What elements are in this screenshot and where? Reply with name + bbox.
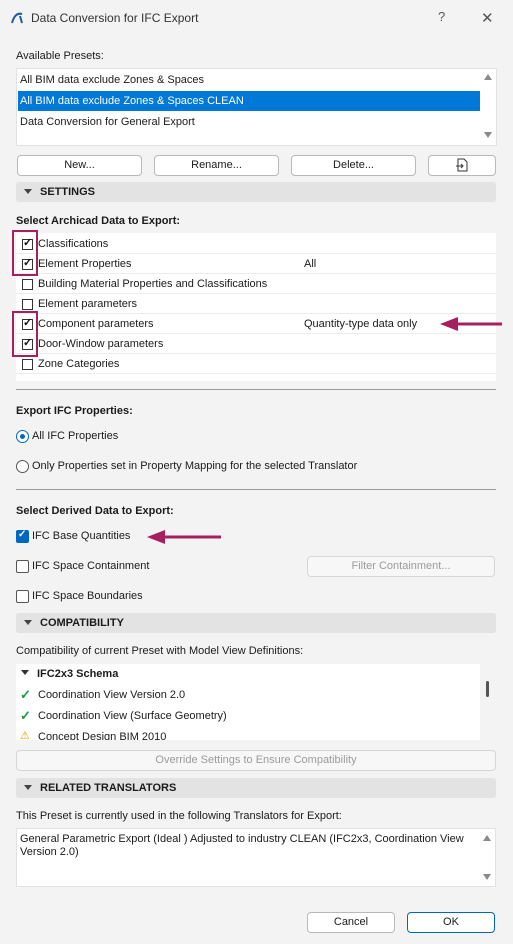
scroll-up-arrow-icon[interactable] (484, 74, 492, 80)
all-ifc-properties-radio[interactable] (16, 430, 29, 443)
derived-item-label: IFC Space Containment (32, 560, 150, 572)
row-separator (16, 293, 496, 294)
export-file-icon (456, 158, 468, 172)
row-separator (16, 353, 496, 354)
check-icon: ✓ (20, 708, 31, 723)
translators-header-label: RELATED TRANSLATORS (40, 782, 177, 794)
row-separator (16, 373, 496, 374)
building-material-checkbox[interactable] (22, 279, 33, 290)
scroll-down-arrow-icon[interactable] (483, 874, 491, 880)
translators-label: This Preset is currently used in the fol… (16, 810, 342, 822)
mvd-item-label: Coordination View Version 2.0 (38, 689, 186, 701)
expand-triangle-icon[interactable] (21, 670, 29, 675)
scrollbar-thumb[interactable] (486, 681, 489, 697)
help-button[interactable]: ? (438, 9, 445, 24)
zone-categories-checkbox[interactable] (22, 359, 33, 370)
archicad-data-label: Select Archicad Data to Export: (16, 215, 181, 227)
divider (16, 389, 496, 390)
scroll-up-arrow-icon[interactable] (483, 835, 491, 841)
ifc-space-boundaries-checkbox[interactable] (16, 590, 29, 603)
compatibility-section-header[interactable]: COMPATIBILITY (16, 613, 496, 633)
translators-list: General Parametric Export (Ideal ) Adjus… (16, 828, 496, 887)
override-settings-button[interactable]: Override Settings to Ensure Compatibilit… (16, 750, 496, 771)
row-separator (16, 313, 496, 314)
radio-label: All IFC Properties (32, 430, 119, 442)
presets-list[interactable]: All BIM data exclude Zones & Spaces All … (16, 68, 497, 146)
annotation-highlight-box (12, 311, 38, 357)
check-icon: ✓ (20, 687, 31, 702)
archicad-icon (11, 12, 23, 24)
warning-icon: ⚠ (20, 730, 30, 740)
archicad-item-label: Building Material Properties and Classif… (38, 278, 268, 290)
row-separator (16, 253, 496, 254)
ifc-properties-label: Export IFC Properties: (16, 405, 133, 417)
filter-containment-button[interactable]: Filter Containment... (307, 556, 495, 577)
archicad-data-list: Classifications Element Properties All B… (16, 233, 496, 381)
annotation-arrow-icon (440, 317, 502, 331)
close-button[interactable]: ✕ (481, 9, 494, 27)
preset-item[interactable]: All BIM data exclude Zones & Spaces (18, 70, 480, 90)
row-separator (16, 273, 496, 274)
translators-section-header[interactable]: RELATED TRANSLATORS (16, 778, 496, 798)
cancel-button[interactable]: Cancel (307, 912, 395, 933)
rename-preset-button[interactable]: Rename... (154, 155, 279, 176)
derived-data-label: Select Derived Data to Export: (16, 505, 174, 517)
delete-preset-button[interactable]: Delete... (291, 155, 416, 176)
compatibility-header-label: COMPATIBILITY (40, 617, 124, 629)
archicad-item-label: Component parameters (38, 318, 154, 330)
archicad-item-label: Element parameters (38, 298, 138, 310)
radio-label: Only Properties set in Property Mapping … (32, 460, 358, 472)
annotation-arrow-icon (147, 530, 221, 544)
archicad-item-label: Element Properties (38, 258, 132, 270)
preset-item-selected[interactable]: All BIM data exclude Zones & Spaces CLEA… (18, 91, 480, 111)
presets-label: Available Presets: (16, 50, 104, 62)
ifc-space-containment-checkbox[interactable] (16, 560, 29, 573)
collapse-triangle-icon (24, 785, 32, 790)
compatibility-list: IFC2x3 Schema ✓ Coordination View Versio… (16, 664, 480, 740)
mapped-properties-radio[interactable] (16, 460, 29, 473)
translator-text: General Parametric Export (Ideal ) Adjus… (20, 833, 464, 858)
mvd-item-label: Coordination View (Surface Geometry) (38, 710, 227, 722)
archicad-item-label: Door-Window parameters (38, 338, 164, 350)
new-preset-button[interactable]: New... (17, 155, 142, 176)
collapse-triangle-icon (24, 620, 32, 625)
ok-button[interactable]: OK (407, 912, 495, 933)
element-parameters-checkbox[interactable] (22, 299, 33, 310)
archicad-item-value[interactable]: All (304, 258, 316, 270)
archicad-item-label: Classifications (38, 238, 109, 250)
annotation-highlight-box (12, 230, 38, 276)
preset-item[interactable]: Data Conversion for General Export (18, 112, 480, 132)
collapse-triangle-icon (24, 189, 32, 194)
compatibility-label: Compatibility of current Preset with Mod… (16, 645, 304, 657)
window-title: Data Conversion for IFC Export (31, 11, 199, 25)
archicad-item-value[interactable]: Quantity-type data only (304, 318, 417, 330)
derived-item-label: IFC Base Quantities (32, 530, 131, 542)
divider (16, 489, 496, 490)
settings-header-label: SETTINGS (40, 186, 96, 198)
ifc-base-quantities-checkbox[interactable] (16, 529, 29, 543)
row-separator (16, 333, 496, 334)
settings-section-header[interactable]: SETTINGS (16, 182, 496, 202)
archicad-item-label: Zone Categories (38, 358, 120, 370)
export-preset-button[interactable] (428, 155, 496, 176)
schema-label: IFC2x3 Schema (37, 668, 119, 680)
derived-item-label: IFC Space Boundaries (32, 590, 143, 602)
mvd-item-label: Concept Design BIM 2010 (38, 731, 167, 740)
scroll-down-arrow-icon[interactable] (484, 132, 492, 138)
